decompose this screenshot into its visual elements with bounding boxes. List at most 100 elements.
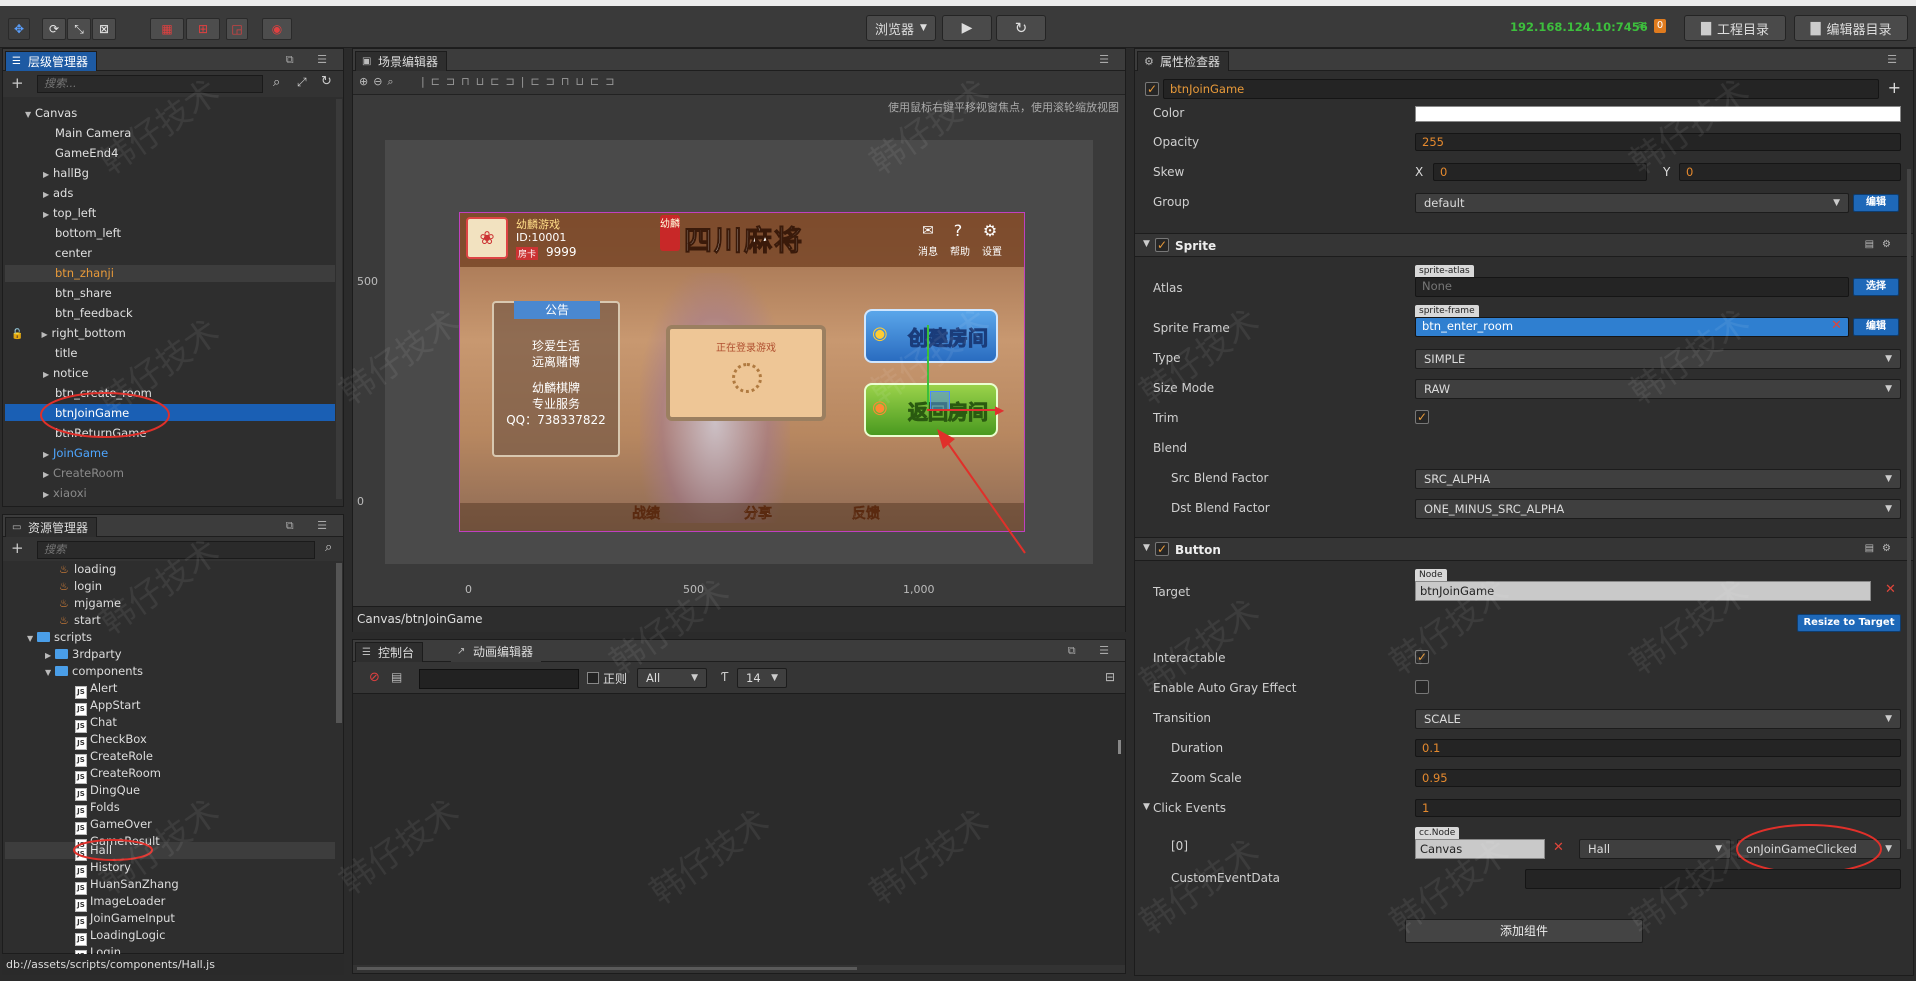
tree-item[interactable]: bottom_left [55, 225, 121, 241]
history-button[interactable]: 战绩 [632, 503, 661, 523]
expand-icon[interactable]: ⤢ [297, 75, 307, 90]
tree-item[interactable]: Main Camera [55, 125, 131, 141]
auto-gray-checkbox[interactable] [1415, 680, 1429, 694]
scene-viewport[interactable]: 使用鼠标右键平移视窗焦点，使用滚轮缩放视图 500 0 0 500 1,000 … [353, 95, 1125, 606]
event-node-field[interactable]: Canvas [1415, 839, 1545, 859]
collapse-icon[interactable]: ▼ [1143, 239, 1150, 249]
asset-script[interactable]: JS DingQue [75, 782, 140, 801]
asset-script[interactable]: JS CreateRoom [75, 765, 161, 784]
local-tool-icon[interactable]: ⊞ [186, 18, 220, 40]
rect-tool-icon[interactable]: ⊠ [92, 18, 116, 40]
asset-folder[interactable]: ▼ scripts [27, 629, 92, 646]
tree-item[interactable]: center [55, 245, 92, 261]
add-component-button[interactable]: 添加组件 [1405, 919, 1643, 943]
collapse-icon[interactable]: ⊟ [1105, 670, 1115, 684]
asset-script[interactable]: JS JoinGameInput [75, 910, 175, 929]
asset-script[interactable]: JSLogin [75, 944, 121, 954]
tab-inspector[interactable]: ⚙ 属性检查器 [1137, 51, 1230, 71]
move-tool-icon[interactable]: ✥ [8, 18, 30, 40]
scrollbar[interactable] [336, 563, 342, 723]
edit-sprite-frame-button[interactable]: 编辑 [1853, 318, 1899, 336]
asset-script[interactable]: JS LoadingLogic [75, 927, 165, 946]
create-room-button[interactable]: ◉ 创建房间 [864, 309, 998, 363]
anchor-tool-icon[interactable]: ◲ [226, 18, 248, 40]
feedback-button[interactable]: 反馈 [852, 503, 881, 523]
lock-icon[interactable]: 🔓 [11, 329, 23, 340]
help-icon[interactable]: ? [948, 221, 968, 240]
panel-menu-icon[interactable]: ⧉ ☰ [286, 519, 337, 533]
pivot-tool-icon[interactable]: ▦ [150, 18, 184, 40]
asset-folder[interactable]: ▶ 3rdparty [45, 646, 122, 663]
tree-item[interactable]: btn_feedback [55, 305, 133, 321]
search-icon[interactable]: ⌕ [325, 540, 332, 555]
asset-script[interactable]: JS CheckBox [75, 731, 147, 750]
project-dir-button[interactable]: ▇ 工程目录 [1684, 15, 1786, 41]
component-menu-icon[interactable]: ▤⚙ [1865, 543, 1899, 554]
preview-platform-select[interactable]: 浏览器 ▼ [866, 15, 936, 41]
scrollbar[interactable] [336, 99, 342, 499]
settings-icon[interactable]: ⚙ [980, 221, 1000, 240]
skew-y-input[interactable]: 0 [1679, 163, 1901, 181]
tree-item[interactable]: btn_share [55, 285, 112, 301]
tree-item[interactable]: ▶ top_left [43, 205, 96, 221]
collapse-icon[interactable]: ▼ [1143, 543, 1150, 553]
gizmo-y-axis[interactable] [927, 325, 929, 405]
asset-script[interactable]: JS GameOver [75, 816, 152, 835]
tree-item[interactable]: GameEnd4 [55, 145, 118, 161]
tree-item[interactable]: ▶ CreateRoom [43, 465, 124, 481]
panel-menu-icon[interactable]: ☰ [1099, 53, 1119, 66]
dst-blend-select[interactable]: ONE_MINUS_SRC_ALPHA [1415, 499, 1901, 519]
share-button[interactable]: 分享 [744, 503, 773, 523]
tab-scene[interactable]: ▣ 场景编辑器 [355, 51, 448, 71]
clear-console-icon[interactable]: ⊘ [369, 670, 380, 685]
refresh-button[interactable]: ↻ [996, 15, 1046, 41]
collapse-icon[interactable]: ▼ [1143, 802, 1150, 812]
asset-item[interactable]: ♨ login [59, 578, 102, 595]
asset-item[interactable]: ♨ start [59, 612, 101, 629]
node-active-checkbox[interactable]: ✓ [1145, 82, 1159, 96]
tree-item-canvas[interactable]: ▼ Canvas [25, 105, 77, 121]
transition-select[interactable]: SCALE [1415, 709, 1901, 729]
tree-item[interactable]: title [55, 345, 77, 361]
asset-script[interactable]: JS Alert [75, 680, 117, 699]
scale-tool-icon[interactable]: ⤡ [67, 18, 91, 40]
asset-script[interactable]: JS Folds [75, 799, 120, 818]
add-icon[interactable]: + [1888, 78, 1901, 97]
target-node-field[interactable]: btnJoinGame [1415, 581, 1871, 601]
event-component-select[interactable]: Hall [1579, 839, 1731, 859]
assets-search-input[interactable]: 搜索 [37, 541, 315, 559]
message-icon[interactable]: ✉ [918, 223, 938, 241]
add-node-icon[interactable]: + [11, 74, 24, 92]
sprite-enabled-checkbox[interactable]: ✓ [1155, 238, 1169, 252]
clear-icon[interactable]: ✕ [1553, 840, 1564, 855]
asset-item[interactable]: ♨ mjgame [59, 595, 121, 612]
button-section-header[interactable]: ▼ ✓ Button ▤⚙ [1135, 537, 1913, 561]
tree-item[interactable]: ▶ ads [43, 185, 73, 201]
src-blend-select[interactable]: SRC_ALPHA [1415, 469, 1901, 489]
resize-to-target-button[interactable]: Resize to Target [1797, 614, 1901, 632]
tab-assets[interactable]: ▭ 资源管理器 [5, 517, 98, 537]
hierarchy-search-input[interactable]: 搜索... [37, 75, 263, 93]
type-select[interactable]: SIMPLE [1415, 349, 1901, 369]
tab-console[interactable]: ☰ 控制台 [355, 642, 424, 662]
tree-item[interactable]: ▶ JoinGame [43, 445, 108, 461]
tab-hierarchy[interactable]: ☰ 层级管理器 [5, 51, 98, 71]
panel-menu-icon[interactable]: ☰ [1887, 53, 1907, 66]
asset-script[interactable]: JS Chat [75, 714, 117, 733]
editor-dir-button[interactable]: ▇ 编辑器目录 [1794, 15, 1908, 41]
rotate-tool-icon[interactable]: ⟳ [42, 18, 66, 40]
console-filter-input[interactable] [419, 669, 579, 689]
asset-script[interactable]: JS CreateRole [75, 748, 153, 767]
node-anchor-handle[interactable] [930, 391, 950, 411]
asset-script[interactable]: JS HuanSanZhang [75, 876, 179, 895]
align-icons[interactable]: |⊏⊐⊓⊔⊏⊐|⊏⊐⊓⊔⊏⊐ [421, 75, 620, 88]
tree-item[interactable]: ▶ notice [43, 365, 88, 381]
select-atlas-button[interactable]: 选择 [1853, 278, 1899, 296]
clear-icon[interactable]: ✕ [1831, 318, 1842, 333]
tree-item[interactable]: ▶ xiaoxi [43, 485, 87, 501]
add-asset-icon[interactable]: + [11, 539, 24, 557]
regex-checkbox[interactable] [587, 672, 599, 684]
search-icon[interactable]: ⌕ [273, 75, 280, 90]
asset-script[interactable]: JS ImageLoader [75, 893, 165, 912]
custom-event-input[interactable] [1525, 869, 1901, 889]
